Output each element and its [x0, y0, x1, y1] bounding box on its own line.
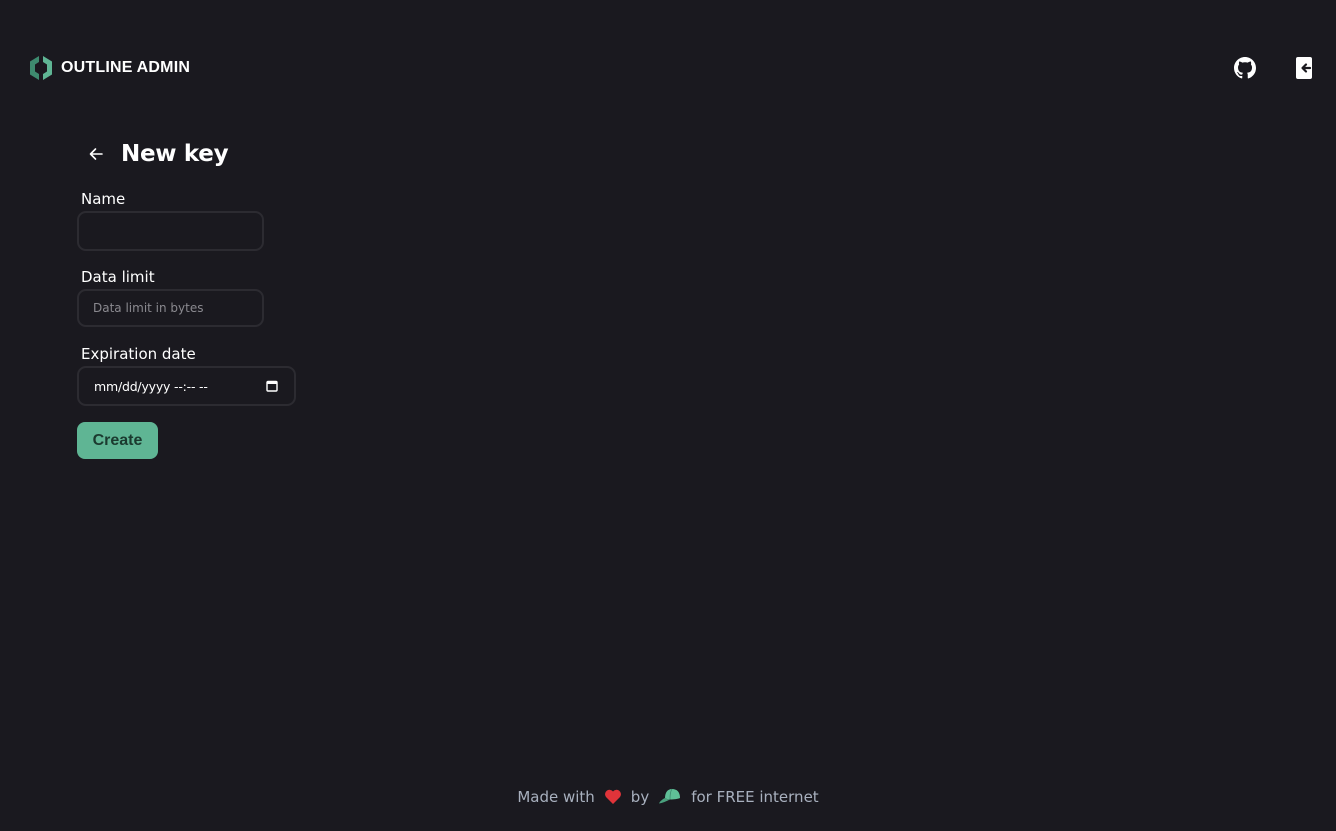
name-field: Name [77, 189, 264, 251]
github-link[interactable] [1232, 55, 1258, 81]
back-button[interactable] [81, 139, 111, 169]
expiration-date-field: Expiration date mm/dd/yyyy --:-- -- [77, 344, 296, 406]
footer-tagline: for FREE internet [691, 788, 819, 806]
page-title: New key [121, 141, 229, 167]
calendar-icon[interactable] [266, 380, 278, 392]
expiration-date-input[interactable]: mm/dd/yyyy --:-- -- [77, 366, 296, 406]
new-key-form: New key Name Data limit Expiration date … [77, 138, 296, 459]
brand-title: OUTLINE ADMIN [61, 59, 191, 76]
brand[interactable]: OUTLINE ADMIN [29, 55, 190, 81]
heart-icon [604, 789, 622, 805]
data-limit-field: Data limit [77, 267, 264, 327]
data-limit-input[interactable] [77, 289, 264, 327]
logout-button[interactable] [1292, 55, 1318, 81]
header: OUTLINE ADMIN [0, 0, 1336, 135]
github-icon [1234, 57, 1256, 79]
create-button[interactable]: Create [77, 422, 158, 459]
expiration-date-label: Expiration date [81, 345, 196, 363]
header-actions [1232, 55, 1318, 81]
arrow-left-icon [89, 148, 103, 160]
footer: Made with by for FREE internet [0, 788, 1336, 806]
name-label: Name [81, 190, 126, 208]
cap-icon [658, 788, 682, 806]
expiration-date-placeholder: mm/dd/yyyy --:-- -- [94, 378, 208, 394]
title-row: New key [77, 138, 229, 170]
data-limit-label: Data limit [81, 268, 155, 286]
footer-made-with: Made with [517, 788, 595, 806]
footer-by: by [630, 788, 650, 806]
logout-icon [1296, 57, 1312, 79]
name-input[interactable] [77, 211, 264, 251]
outline-logo-icon [30, 56, 52, 80]
